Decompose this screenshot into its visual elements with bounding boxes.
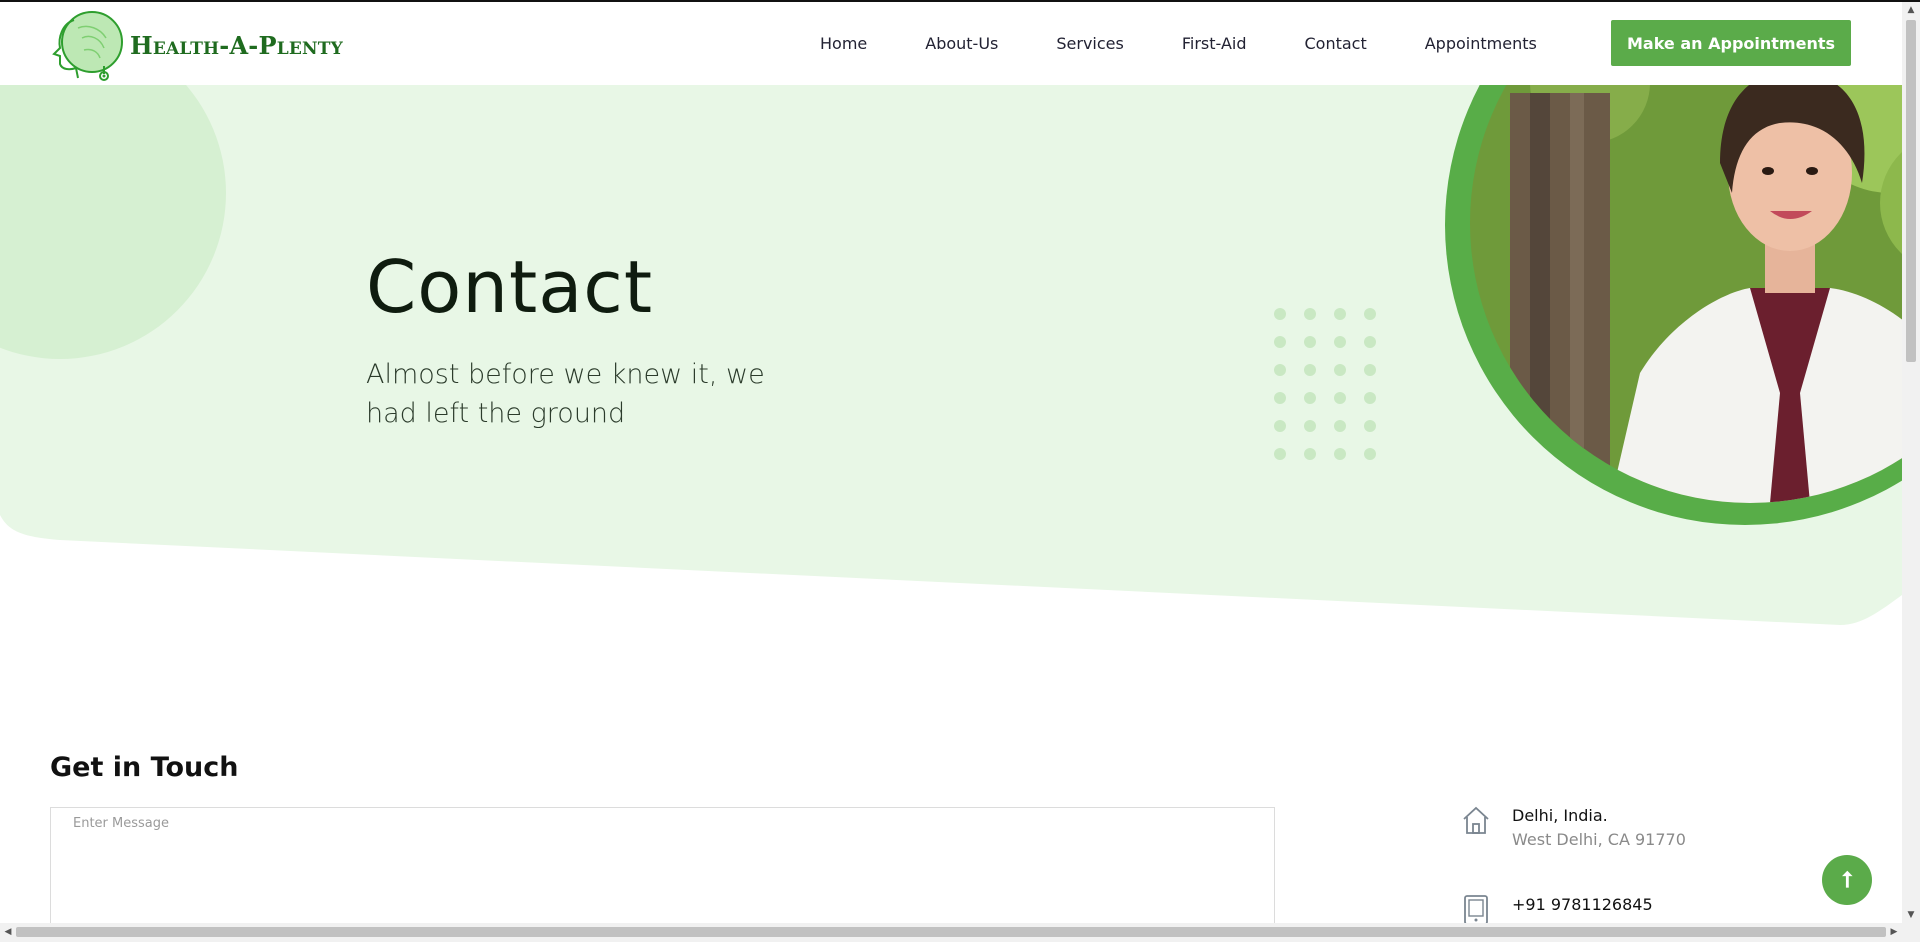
phone-info: +91 9781126845 [1462, 894, 1653, 926]
scroll-up-arrow-icon[interactable]: ▲ [1902, 2, 1920, 18]
nav-appointments[interactable]: Appointments [1425, 34, 1537, 53]
brand-name: Health-A-Plenty [130, 30, 343, 60]
horizontal-scrollbar[interactable]: ◀ ▶ [0, 923, 1920, 942]
get-in-touch-heading: Get in Touch [50, 752, 239, 783]
hero-banner: Contact Almost before we knew it, we had… [0, 85, 1902, 630]
scroll-right-arrow-icon[interactable]: ▶ [1886, 923, 1902, 942]
scroll-to-top-button[interactable]: ⭡ [1822, 855, 1872, 905]
home-icon [1463, 806, 1489, 834]
address-info: Delhi, India. West Delhi, CA 91770 [1462, 805, 1686, 853]
address-line1: Delhi, India. [1512, 806, 1608, 825]
address-line2: West Delhi, CA 91770 [1512, 830, 1686, 849]
nav-about-us[interactable]: About-Us [925, 34, 998, 53]
nav-services[interactable]: Services [1056, 34, 1123, 53]
phone-number: +91 9781126845 [1512, 895, 1653, 914]
vertical-scroll-thumb[interactable] [1906, 20, 1916, 362]
scroll-left-arrow-icon[interactable]: ◀ [0, 923, 16, 942]
message-input[interactable] [50, 807, 1275, 927]
arrow-up-icon: ⭡ [1841, 867, 1853, 892]
site-header: Health-A-Plenty Home About-Us Services F… [0, 2, 1902, 85]
vertical-scrollbar[interactable]: ▲ ▼ [1902, 2, 1920, 923]
hero-subtitle: Almost before we knew it, we had left th… [366, 359, 765, 429]
tablet-phone-icon [1464, 895, 1488, 925]
nav-first-aid[interactable]: First-Aid [1182, 34, 1247, 53]
scroll-down-arrow-icon[interactable]: ▼ [1902, 907, 1920, 923]
page-title: Contact [366, 245, 654, 329]
horizontal-scroll-thumb[interactable] [16, 927, 1886, 937]
nav-home[interactable]: Home [820, 34, 867, 53]
brand-logo-link[interactable]: Health-A-Plenty [48, 8, 343, 82]
main-nav: Home About-Us Services First-Aid Contact… [820, 2, 1595, 85]
dot-grid-decoration [1274, 308, 1376, 460]
brand-logo-icon [52, 11, 123, 81]
make-appointment-button[interactable]: Make an Appointments [1611, 20, 1851, 66]
nav-contact[interactable]: Contact [1304, 34, 1366, 53]
